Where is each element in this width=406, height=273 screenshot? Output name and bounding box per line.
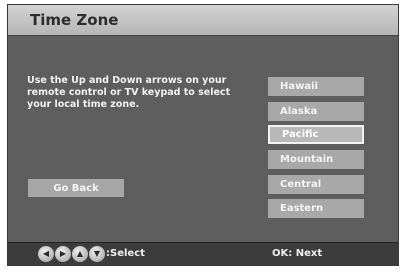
down-arrow-icon: ▼: [89, 246, 105, 262]
go-back-button[interactable]: Go Back: [28, 179, 124, 197]
left-arrow-icon: ◀: [38, 246, 54, 262]
zone-option-alaska[interactable]: Alaska: [268, 102, 364, 121]
zone-option-mountain[interactable]: Mountain: [268, 150, 364, 169]
footer-bar: ◀ ▶ ▲ ▼ :Select OK: Next: [8, 242, 398, 265]
ok-next-hint: OK: Next: [272, 248, 323, 259]
header-bar: Time Zone: [8, 5, 398, 36]
up-arrow-icon: ▲: [72, 246, 88, 262]
zone-option-eastern[interactable]: Eastern: [268, 199, 364, 218]
zone-option-hawaii[interactable]: Hawaii: [268, 77, 364, 96]
zone-option-pacific[interactable]: Pacific: [268, 125, 364, 144]
page-title: Time Zone: [30, 11, 119, 29]
instructions-text: Use the Up and Down arrows on your remot…: [27, 75, 231, 110]
tv-menu-screen: Time Zone Use the Up and Down arrows on …: [7, 4, 399, 266]
zone-option-central[interactable]: Central: [268, 175, 364, 194]
select-hint: :Select: [106, 248, 145, 259]
arrow-keys-group: ◀ ▶ ▲ ▼: [38, 246, 105, 262]
right-arrow-icon: ▶: [55, 246, 71, 262]
